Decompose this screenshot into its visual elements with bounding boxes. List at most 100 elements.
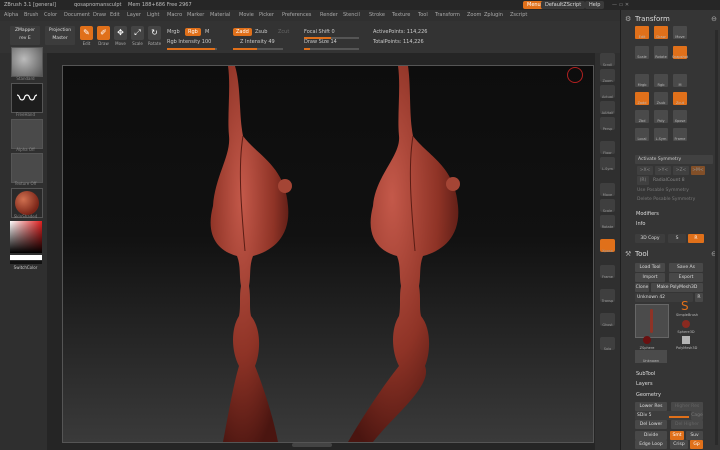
menu-brush[interactable]: Brush [24, 10, 38, 21]
gp-toggle[interactable]: Gp [690, 440, 703, 449]
transform-palette-header[interactable]: ⚙ Transform ⊖ [621, 13, 720, 25]
menu-zoom[interactable]: Zoom [467, 10, 481, 21]
crisp-button[interactable]: Crisp [670, 440, 688, 449]
menu-render[interactable]: Render [320, 10, 338, 21]
menu-tool[interactable]: Tool [418, 10, 428, 21]
sym-y-toggle[interactable]: >Y< [655, 166, 671, 175]
sym-z-toggle[interactable]: >Z< [673, 166, 689, 175]
m-toggle[interactable]: M [205, 29, 209, 35]
menu-picker[interactable]: Picker [259, 10, 274, 21]
geometry-header[interactable]: Geometry [636, 392, 661, 398]
3d-copy-button[interactable]: 3D Copy [635, 234, 665, 243]
edit-button[interactable]: ✎ Edit [80, 26, 93, 46]
polymesh3d-icon[interactable] [682, 336, 690, 344]
tray-scrollbar[interactable] [715, 30, 718, 445]
menu-texture[interactable]: Texture [392, 10, 410, 21]
menu-zplugin[interactable]: Zplugin [484, 10, 503, 21]
zsub-toggle[interactable]: Zsub [255, 29, 267, 35]
draw-button[interactable]: ✐ Draw [97, 26, 110, 46]
color-picker-square[interactable] [10, 221, 42, 253]
secondary-color-swatch[interactable] [10, 261, 42, 264]
menu-color[interactable]: Color [44, 10, 57, 21]
zsphere-icon[interactable] [643, 336, 651, 344]
draw-size-slider[interactable] [304, 48, 359, 50]
sym-m-toggle[interactable]: >M< [691, 166, 705, 175]
export-button[interactable]: Export [669, 273, 703, 282]
delete-posable-symmetry[interactable]: Delete Posable Symmetry [637, 197, 695, 202]
make-polymesh-button[interactable]: Make PolyMesh3D [651, 283, 703, 292]
zmapper-button[interactable]: ZMapper rev E [10, 26, 40, 45]
higher-res-button[interactable]: Higher Res [671, 402, 703, 411]
scale-button[interactable]: ⤢ Scale [131, 26, 144, 46]
palette-gear-icon[interactable]: ⚙ [625, 13, 631, 25]
divide-button[interactable]: Divide [635, 431, 667, 440]
switch-color-button[interactable]: SwitchColor [4, 265, 47, 270]
smt-toggle[interactable]: Smt [670, 431, 684, 440]
sphere3d-icon[interactable] [682, 320, 690, 328]
menu-movie[interactable]: Movie [239, 10, 254, 21]
move-button[interactable]: ✥ Move [114, 26, 127, 46]
alpha-thumbnail[interactable] [11, 119, 43, 149]
sculpt-viewport[interactable] [63, 66, 593, 442]
load-tool-button[interactable]: Load Tool [635, 263, 665, 272]
activate-symmetry-button[interactable]: Activate Symmetry [635, 155, 713, 164]
info-header[interactable]: Info [636, 221, 645, 227]
canvas-scrollbar[interactable] [292, 443, 332, 447]
current-tool-thumbnail[interactable] [635, 304, 669, 338]
radial-count[interactable]: RadialCount 8 [653, 178, 685, 183]
menu-stroke[interactable]: Stroke [369, 10, 385, 21]
sym-r-toggle[interactable]: (R) [637, 176, 649, 185]
menu-light[interactable]: Light [147, 10, 159, 21]
menu-draw[interactable]: Draw [93, 10, 106, 21]
save-as-button[interactable]: Save As [669, 263, 703, 272]
stroke-thumbnail[interactable]: 〰 [11, 83, 43, 113]
menu-macro[interactable]: Macro [167, 10, 182, 21]
del-higher-button[interactable]: Del Higher [671, 420, 703, 429]
rgb-toggle[interactable]: Rgb [185, 28, 201, 36]
menu-stencil[interactable]: Stencil [343, 10, 360, 21]
help-button[interactable]: Help [585, 1, 605, 9]
lower-res-button[interactable]: Lower Res [635, 402, 667, 411]
z-intensity-slider[interactable] [233, 48, 283, 50]
cage-button[interactable]: Cage [691, 411, 703, 420]
window-controls[interactable]: — ▭ ✕ [612, 0, 629, 10]
modifiers-header[interactable]: Modifiers [636, 211, 659, 217]
palette-close-icon[interactable]: ⊖ [711, 13, 717, 25]
document-canvas[interactable] [62, 65, 594, 443]
menu-alpha[interactable]: Alpha [4, 10, 18, 21]
suv-toggle[interactable]: Suv [686, 431, 703, 440]
floor-label: Floor [603, 151, 612, 155]
zadd-toggle[interactable]: Zadd [233, 28, 252, 36]
s-button[interactable]: S [668, 234, 686, 243]
menu-transform[interactable]: Transform [435, 10, 460, 21]
rgb-intensity-slider[interactable] [167, 48, 217, 50]
menu-edit[interactable]: Edit [110, 10, 120, 21]
mrgb-toggle[interactable]: Mrgb [167, 29, 180, 35]
rotate-button[interactable]: ↻ Rotate [148, 26, 161, 46]
r-button[interactable]: R [688, 234, 704, 243]
default-zscript-button[interactable]: DefaultZScript [541, 1, 586, 9]
zcut-toggle[interactable]: Zcut [278, 29, 289, 35]
sym-x-toggle[interactable]: >X< [637, 166, 653, 175]
menu-material[interactable]: Material [210, 10, 230, 21]
brush-thumbnail[interactable] [11, 47, 43, 77]
menu-marker[interactable]: Marker [187, 10, 204, 21]
menu-preferences[interactable]: Preferences [282, 10, 311, 21]
main-color-swatch[interactable] [10, 255, 42, 260]
tool-r-button[interactable]: R [695, 293, 703, 302]
texture-thumbnail[interactable] [11, 153, 43, 183]
menu-layer[interactable]: Layer [127, 10, 141, 21]
layers-header[interactable]: Layers [636, 381, 653, 387]
scale-label: Scale [602, 209, 613, 213]
menu-zscript[interactable]: Zscript [510, 10, 527, 21]
projection-master-button[interactable]: Projection Master [45, 26, 75, 45]
clone-button[interactable]: Clone [635, 283, 649, 292]
menu-document[interactable]: Document [64, 10, 90, 21]
edge-loop-button[interactable]: Edge Loop [635, 440, 667, 449]
simplebrush-icon[interactable]: S [681, 299, 689, 313]
use-posable-symmetry[interactable]: Use Posable Symmetry [637, 188, 689, 193]
del-lower-button[interactable]: Del Lower [635, 420, 667, 429]
import-button[interactable]: Import [635, 273, 665, 282]
subtool-header[interactable]: SubTool [636, 371, 655, 377]
tool-palette-header[interactable]: ⚒ Tool ⊖ [621, 248, 720, 260]
